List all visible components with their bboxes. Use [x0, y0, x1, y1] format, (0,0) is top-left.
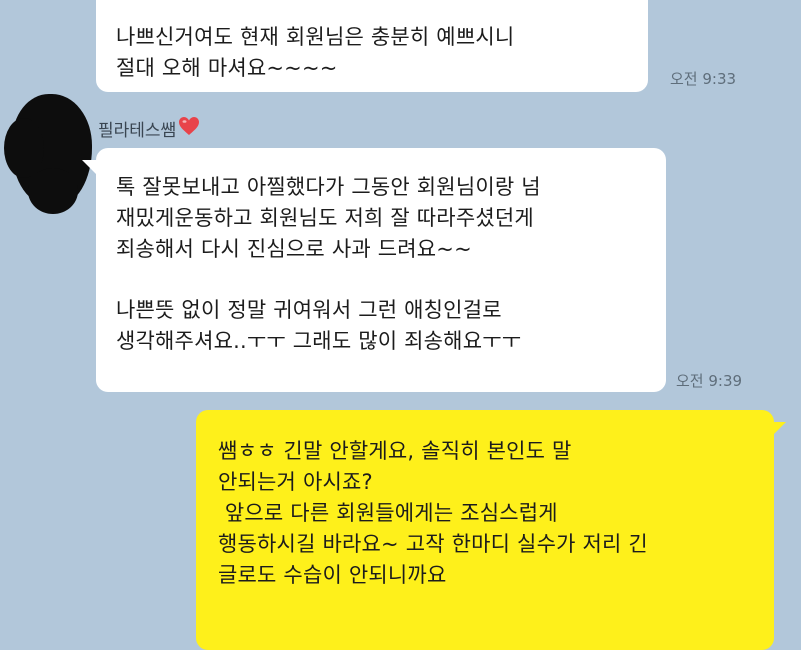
message-line: 톡 잘못보내고 아찔했다가 그동안 회원님이랑 넘 [116, 175, 541, 199]
message-line: 절대 오해 마셔요~~~~ [116, 56, 338, 80]
heart-icon [178, 116, 200, 141]
message-bubble-incoming[interactable]: 나쁘신거여도 현재 회원님은 충분히 예쁘시니 절대 오해 마셔요~~~~ [96, 0, 648, 92]
message-timestamp: 오전 9:39 [676, 372, 743, 390]
sender-name: 필라테스쌤 [98, 116, 200, 141]
message-line: 생각해주셔요..ㅜㅜ 그래도 많이 죄송해요ㅜㅜ [116, 329, 522, 353]
sender-name-label: 필라테스쌤 [98, 121, 177, 141]
message-line: 죄송해서 다시 진심으로 사과 드려요~~ [116, 237, 472, 261]
message-line: 재밌게운동하고 회원님도 저희 잘 따라주셨던게 [116, 206, 534, 230]
message-line: 나쁜뜻 없이 정말 귀여워서 그런 애칭인걸로 [116, 298, 502, 322]
message-bubble-outgoing[interactable]: 쌤ㅎㅎ 긴말 안할게요, 솔직히 본인도 말 안되는거 아시죠? 앞으로 다른 … [196, 410, 774, 650]
message-line: 나쁘신거여도 현재 회원님은 충분히 예쁘시니 [116, 25, 515, 49]
message-line: 쌤ㅎㅎ 긴말 안할게요, 솔직히 본인도 말 [218, 439, 572, 463]
avatar-shape [4, 118, 44, 178]
message-line: 글로도 수습이 안되니까요 [218, 563, 447, 587]
avatar-shape [28, 168, 78, 214]
message-line: 앞으로 다른 회원들에게는 조심스럽게 [218, 501, 558, 525]
message-line: 행동하시길 바라요~ 고작 한마디 실수가 저리 긴 [218, 532, 648, 556]
message-bubble-incoming[interactable]: 톡 잘못보내고 아찔했다가 그동안 회원님이랑 넘 재밌게운동하고 회원님도 저… [96, 148, 666, 392]
message-line: 안되는거 아시죠? [218, 470, 373, 494]
message-line [116, 8, 648, 22]
message-timestamp: 오전 9:33 [670, 70, 737, 88]
